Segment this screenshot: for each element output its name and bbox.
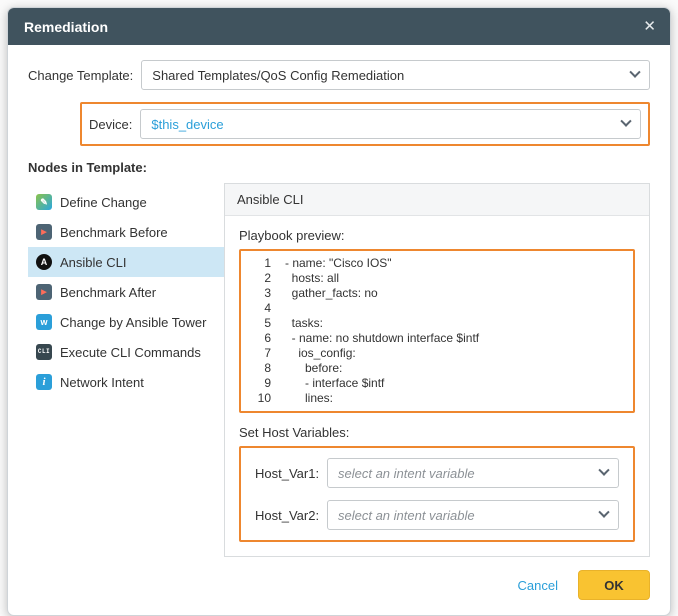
dialog-title: Remediation	[24, 19, 108, 35]
line-text: before:	[285, 361, 342, 376]
device-label: Device:	[89, 117, 132, 132]
host-var1-label: Host_Var1:	[255, 466, 327, 481]
host-var-row: Host_Var2: select an intent variable	[255, 500, 619, 530]
code-line: 8 before:	[241, 361, 629, 376]
cli-icon: CLI	[36, 344, 52, 360]
sidebar-item-benchmark-after[interactable]: ▶ Benchmark After	[28, 277, 224, 307]
host-var2-label: Host_Var2:	[255, 508, 327, 523]
nodes-list: ✎ Define Change ▶ Benchmark Before A Ans…	[28, 183, 224, 557]
line-number: 9	[241, 376, 271, 391]
line-number: 6	[241, 331, 271, 346]
sidebar-item-define-change[interactable]: ✎ Define Change	[28, 187, 224, 217]
network-intent-icon: i	[36, 374, 52, 390]
change-template-select[interactable]: Shared Templates/QoS Config Remediation	[141, 60, 650, 90]
code-line: 6 - name: no shutdown interface $intf	[241, 331, 629, 346]
code-line: 9 - interface $intf	[241, 376, 629, 391]
sidebar-item-change-by-ansible-tower[interactable]: w Change by Ansible Tower	[28, 307, 224, 337]
sidebar-item-label: Change by Ansible Tower	[60, 315, 206, 330]
line-text: - name: "Cisco IOS"	[285, 256, 392, 271]
line-number: 3	[241, 286, 271, 301]
ansible-tower-icon: w	[36, 314, 52, 330]
dialog-footer: Cancel OK	[8, 557, 670, 615]
ansible-cli-panel: Ansible CLI Playbook preview: 1 - name: "…	[224, 183, 650, 557]
line-text: gather_facts: no	[285, 286, 378, 301]
sidebar-item-ansible-cli[interactable]: A Ansible CLI	[28, 247, 224, 277]
sidebar-item-label: Network Intent	[60, 375, 144, 390]
code-line: 10 lines:	[241, 391, 629, 406]
code-line: 5 tasks:	[241, 316, 629, 331]
line-text: ios_config:	[285, 346, 356, 361]
chevron-down-icon	[629, 67, 640, 78]
sidebar-item-label: Benchmark After	[60, 285, 156, 300]
host-var1-select[interactable]: select an intent variable	[327, 458, 619, 488]
playbook-preview-label: Playbook preview:	[239, 228, 635, 243]
sidebar-item-benchmark-before[interactable]: ▶ Benchmark Before	[28, 217, 224, 247]
device-highlight-box: Device: $this_device	[80, 102, 650, 146]
line-text: - interface $intf	[285, 376, 384, 391]
code-line: 1 - name: "Cisco IOS"	[241, 256, 629, 271]
chevron-down-icon	[598, 507, 609, 518]
sidebar-item-label: Benchmark Before	[60, 225, 168, 240]
line-number: 7	[241, 346, 271, 361]
line-text: lines:	[285, 391, 333, 406]
playbook-preview[interactable]: 1 - name: "Cisco IOS" 2 hosts: all 3 gath…	[239, 249, 635, 413]
panel-title: Ansible CLI	[225, 184, 649, 216]
cancel-button[interactable]: Cancel	[518, 578, 558, 593]
remediation-dialog: Remediation ✕ Change Template: Shared Te…	[7, 7, 671, 616]
line-number: 5	[241, 316, 271, 331]
ansible-icon: A	[36, 254, 52, 270]
sidebar-item-label: Ansible CLI	[60, 255, 126, 270]
line-text: hosts: all	[285, 271, 339, 286]
set-host-variables-label: Set Host Variables:	[239, 425, 635, 440]
benchmark-after-icon: ▶	[36, 284, 52, 300]
line-text: - name: no shutdown interface $intf	[285, 331, 479, 346]
host-var2-placeholder: select an intent variable	[338, 508, 475, 523]
benchmark-before-icon: ▶	[36, 224, 52, 240]
host-var1-placeholder: select an intent variable	[338, 466, 475, 481]
device-select[interactable]: $this_device	[140, 109, 641, 139]
change-template-label: Change Template:	[28, 68, 133, 83]
define-change-icon: ✎	[36, 194, 52, 210]
code-line: 7 ios_config:	[241, 346, 629, 361]
line-number: 2	[241, 271, 271, 286]
host-variables-box: Host_Var1: select an intent variable Hos…	[239, 446, 635, 542]
sidebar-item-network-intent[interactable]: i Network Intent	[28, 367, 224, 397]
ok-button[interactable]: OK	[578, 570, 650, 600]
chevron-down-icon	[598, 465, 609, 476]
sidebar-item-execute-cli-commands[interactable]: CLI Execute CLI Commands	[28, 337, 224, 367]
host-var-row: Host_Var1: select an intent variable	[255, 458, 619, 488]
close-icon[interactable]: ✕	[643, 19, 656, 34]
nodes-in-template-label: Nodes in Template:	[28, 160, 650, 175]
chevron-down-icon	[620, 116, 631, 127]
host-var2-select[interactable]: select an intent variable	[327, 500, 619, 530]
device-value: $this_device	[151, 117, 223, 132]
code-line: 3 gather_facts: no	[241, 286, 629, 301]
sidebar-item-label: Define Change	[60, 195, 147, 210]
change-template-value: Shared Templates/QoS Config Remediation	[152, 68, 404, 83]
line-number: 4	[241, 301, 271, 316]
line-text: tasks:	[285, 316, 323, 331]
code-line: 4	[241, 301, 629, 316]
line-number: 8	[241, 361, 271, 376]
dialog-header: Remediation ✕	[8, 8, 670, 45]
code-line: 2 hosts: all	[241, 271, 629, 286]
line-number: 10	[241, 391, 271, 406]
sidebar-item-label: Execute CLI Commands	[60, 345, 201, 360]
line-number: 1	[241, 256, 271, 271]
